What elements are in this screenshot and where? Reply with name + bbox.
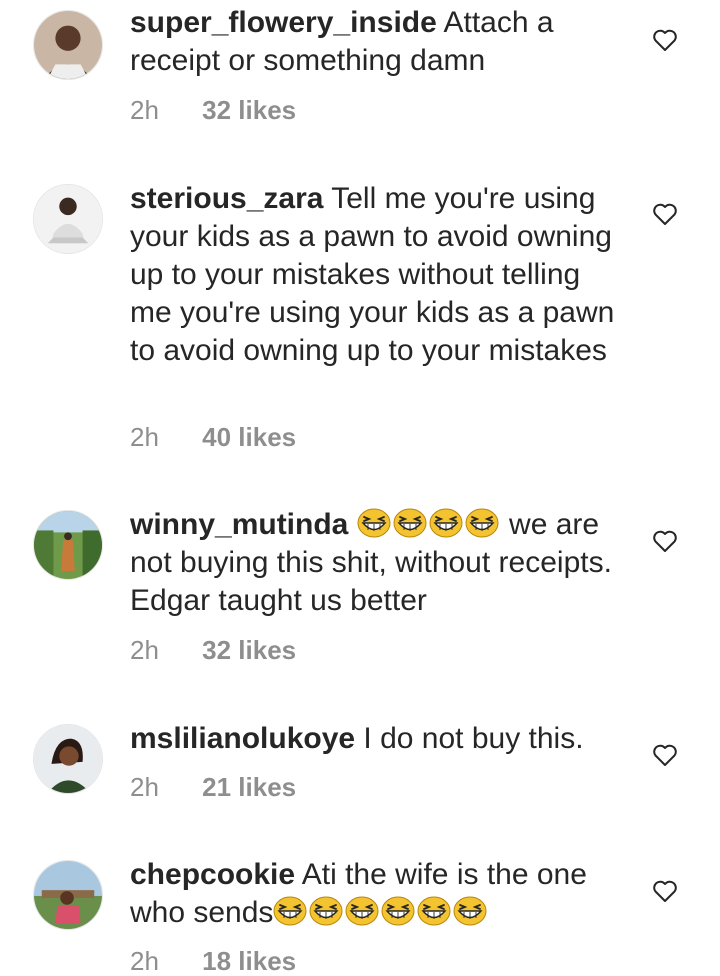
avatar[interactable] — [33, 860, 103, 930]
comment-text: super_flowery_inside Attach a receipt or… — [130, 4, 620, 80]
grinning-squinting-face-emoji — [429, 508, 463, 538]
avatar[interactable] — [33, 10, 103, 80]
grinning-squinting-face-emoji — [453, 896, 487, 926]
comment-meta: 2h 32 likes — [130, 95, 296, 125]
grinning-squinting-face-emoji — [417, 896, 451, 926]
comment-likes[interactable]: 40 likes — [202, 422, 296, 452]
grinning-squinting-face-emoji — [309, 896, 343, 926]
comments-feed: super_flowery_inside Attach a receipt or… — [0, 0, 720, 976]
comment-meta: 2h 40 likes — [130, 422, 296, 452]
heart-outline-icon[interactable] — [652, 529, 678, 553]
grinning-squinting-face-emoji — [345, 896, 379, 926]
comment-text: sterious_zara Tell me you're using your … — [130, 180, 620, 370]
comment-text: chepcookie Ati the wife is the one who s… — [130, 856, 620, 932]
comment-text: mslilianolukoye I do not buy this. — [130, 720, 620, 758]
avatar[interactable] — [33, 184, 103, 254]
heart-outline-icon[interactable] — [652, 879, 678, 903]
comment-username[interactable]: super_flowery_inside — [130, 6, 437, 39]
comment-body: I do not buy this. — [363, 722, 584, 755]
grinning-squinting-face-emoji — [381, 896, 415, 926]
grinning-squinting-face-emoji — [273, 896, 307, 926]
comment-likes[interactable]: 21 likes — [202, 772, 296, 802]
comment-meta: 2h 32 likes — [130, 635, 296, 665]
comment-likes[interactable]: 32 likes — [202, 95, 296, 125]
comment-meta: 2h 21 likes — [130, 772, 296, 802]
comment-username[interactable]: sterious_zara — [130, 182, 323, 215]
avatar[interactable] — [33, 724, 103, 794]
heart-outline-icon[interactable] — [652, 202, 678, 226]
comment-time: 2h — [130, 635, 159, 665]
comment-text: winny_mutinda we are not buying this shi… — [130, 506, 620, 620]
grinning-squinting-face-emoji — [393, 508, 427, 538]
heart-outline-icon[interactable] — [652, 28, 678, 52]
emoji-group — [273, 896, 489, 929]
emoji-group — [357, 508, 501, 541]
comment-time: 2h — [130, 772, 159, 802]
comment-time: 2h — [130, 422, 159, 452]
heart-outline-icon[interactable] — [652, 743, 678, 767]
grinning-squinting-face-emoji — [357, 508, 391, 538]
comment-username[interactable]: chepcookie — [130, 858, 295, 891]
comment-username[interactable]: mslilianolukoye — [130, 722, 355, 755]
grinning-squinting-face-emoji — [465, 508, 499, 538]
comment-likes[interactable]: 32 likes — [202, 635, 296, 665]
comment-time: 2h — [130, 95, 159, 125]
avatar[interactable] — [33, 510, 103, 580]
comment-username[interactable]: winny_mutinda — [130, 508, 348, 541]
